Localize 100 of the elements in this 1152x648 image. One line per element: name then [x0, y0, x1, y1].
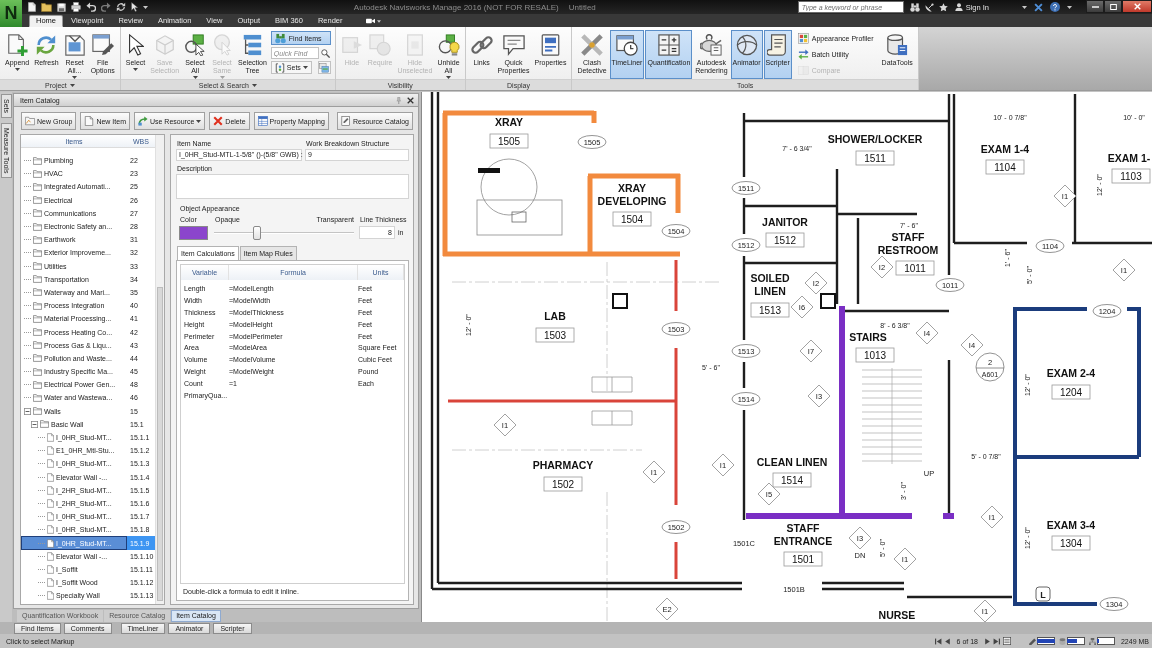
box-icon: [340, 34, 363, 56]
caret-icon[interactable]: [1067, 5, 1072, 9]
cursor-icon: [127, 34, 144, 56]
room-number-tag: 1504: [612, 211, 652, 227]
ball-icon: [735, 34, 758, 56]
search-icon[interactable]: [320, 48, 330, 58]
minus-box-icon[interactable]: [24, 407, 31, 415]
description-field[interactable]: [176, 174, 409, 199]
printer-icon[interactable]: [71, 2, 81, 12]
caret-icon: [196, 119, 202, 123]
last-page-icon[interactable]: [992, 637, 1000, 645]
folder-icon: [33, 407, 42, 416]
document-icon: [47, 578, 54, 588]
next-icon[interactable]: [984, 637, 990, 645]
caret-icon: [302, 66, 308, 69]
room-name: SHOWER/LOCKER: [827, 133, 923, 145]
scrollbar-thumb[interactable]: [157, 287, 163, 601]
document-icon: [47, 551, 54, 561]
document-icon: [47, 485, 54, 495]
app-menu-button[interactable]: N: [0, 0, 22, 27]
room-name: STAIRS: [849, 331, 887, 343]
document-panel-icon: [63, 34, 86, 56]
folder-icon: [33, 354, 42, 363]
caret-icon: [133, 68, 138, 71]
room-name: EXAM 2-4: [1046, 367, 1096, 379]
minimize-button[interactable]: [1086, 0, 1104, 13]
undo-icon[interactable]: [86, 2, 96, 12]
cross-icon[interactable]: [1034, 2, 1043, 12]
folder-icon: [33, 314, 42, 323]
crossed-pipes-icon: [581, 34, 603, 56]
folder-icon: [33, 288, 42, 297]
folder-icon: [33, 248, 42, 257]
previous-icon[interactable]: [944, 637, 950, 645]
document-icon: [47, 591, 54, 601]
folder-icon: [33, 262, 42, 271]
room-name: LAB: [544, 310, 566, 322]
document-icon: [47, 525, 54, 535]
room-number-tag: 1204: [1051, 384, 1091, 400]
document-icon: [47, 446, 54, 456]
cursor-icon[interactable]: [131, 2, 138, 12]
sheets-button[interactable]: [317, 61, 331, 74]
network-icon: [1088, 637, 1096, 645]
caret-icon: [376, 19, 381, 23]
room-number-tag: 1513: [750, 302, 790, 318]
stacked-sheets-icon: [319, 62, 330, 73]
box-icon: [369, 34, 392, 56]
document-title: Untitled: [568, 2, 596, 12]
room-number-tag: 1503: [535, 327, 575, 343]
room-number-tag: 1502: [543, 476, 583, 492]
folder-icon: [33, 235, 42, 244]
arrows-icon: [797, 48, 809, 60]
slider-thumb[interactable]: [253, 226, 262, 240]
close-icon[interactable]: [407, 96, 414, 104]
minimize-icon: [1091, 5, 1099, 8]
caret-icon[interactable]: [1022, 5, 1027, 9]
room-number-tag: 1011: [895, 260, 935, 276]
close-button[interactable]: [1122, 0, 1152, 13]
folder-icon: [33, 275, 42, 284]
binoculars-icon: [274, 32, 286, 44]
color-swatch[interactable]: [179, 226, 208, 240]
satellite-dish-icon[interactable]: [924, 2, 934, 12]
refresh-icon: [35, 34, 58, 56]
room-name: XRAY DEVELOPING: [597, 182, 667, 207]
bracket-icon: [274, 62, 285, 73]
room-name: CLEAN LINEN: [756, 456, 828, 468]
star-icon[interactable]: [938, 2, 948, 12]
minus-box-icon[interactable]: [31, 420, 38, 428]
folder-icon: [33, 380, 42, 389]
help-icon[interactable]: [1050, 2, 1060, 12]
book-icon: [340, 116, 351, 126]
room-number-tag: 1514: [772, 472, 812, 488]
scroll-icon: [766, 34, 789, 56]
page-icon[interactable]: [28, 2, 36, 12]
maximize-button[interactable]: [1104, 0, 1122, 13]
folder-icon: [33, 341, 42, 350]
table-icon: [257, 116, 268, 126]
room-number-tag: 1103: [1111, 168, 1151, 184]
first-page-icon[interactable]: [934, 637, 942, 645]
room-number-tag: 1501: [783, 551, 823, 567]
refresh-icon[interactable]: [116, 2, 126, 12]
redo-icon[interactable]: [101, 2, 111, 12]
caret-icon[interactable]: [143, 5, 148, 9]
window-pencil-icon: [91, 34, 114, 56]
tree-list-icon: [241, 34, 264, 56]
list-icon[interactable]: [1002, 637, 1011, 645]
binoculars-icon[interactable]: [909, 2, 920, 12]
folder-icon: [33, 367, 42, 376]
room-name: XRAY: [494, 116, 524, 128]
folder-icon[interactable]: [41, 2, 52, 12]
room-number-tag: 1304: [1051, 535, 1091, 551]
palette-icon: [797, 32, 809, 44]
window-title: Autodesk Navisworks Manage 2016 (NOT FOR RESALE): [353, 2, 559, 12]
cursor-square-icon: [184, 34, 207, 56]
room-number-tag: 1505: [489, 133, 529, 149]
document-plus-icon: [6, 34, 29, 56]
room-name: JANITOR: [762, 216, 808, 228]
document-icon: [84, 116, 95, 126]
maximize-icon: [1109, 3, 1117, 10]
document-icon: [47, 472, 54, 482]
room-name: STAFF ENTRANCE: [773, 522, 833, 547]
